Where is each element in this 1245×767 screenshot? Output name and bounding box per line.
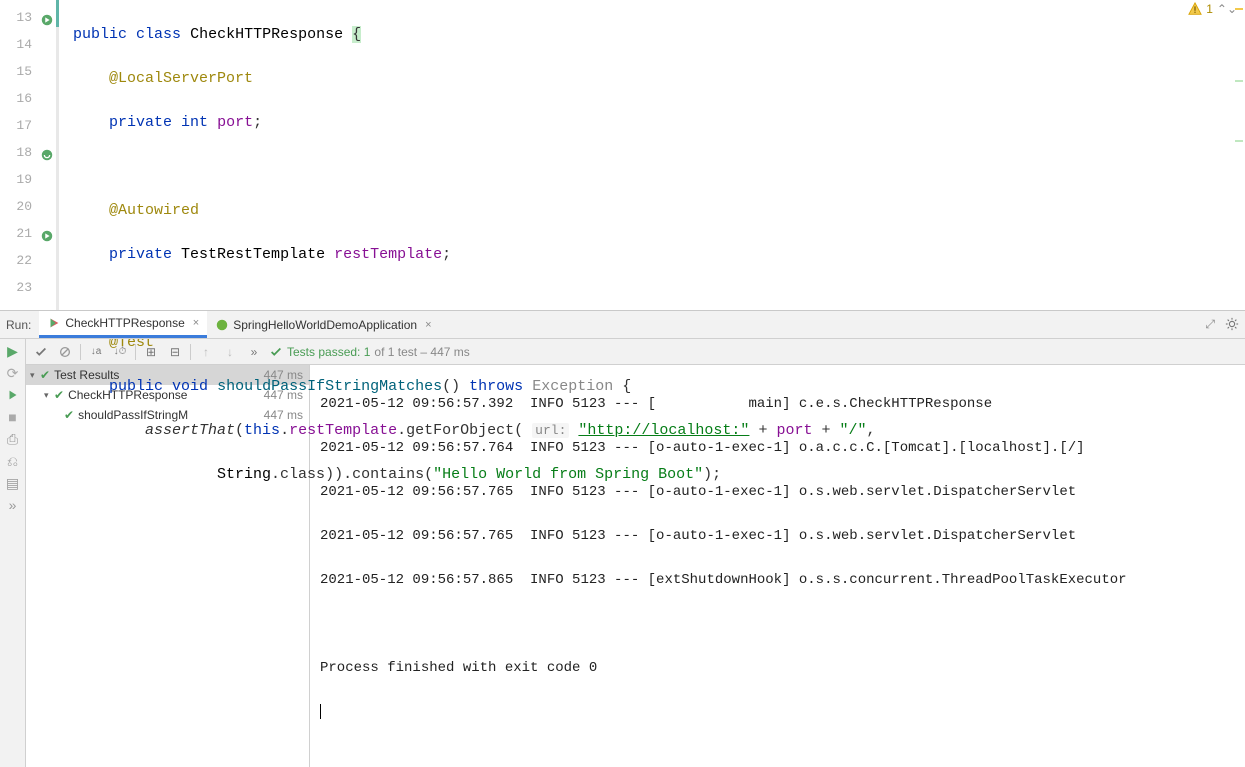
code-line[interactable]: private TestRestTemplate restTemplate; xyxy=(73,241,1245,268)
gear-icon[interactable] xyxy=(1225,317,1239,334)
console-line: 2021-05-12 09:56:57.765 INFO 5123 --- [o… xyxy=(320,525,1245,547)
pin-icon[interactable]: ⎙ xyxy=(5,431,21,447)
line-number: 18 xyxy=(16,145,32,160)
code-editor[interactable]: 13 14 15 16 17 18 19 20 21 22 23 public … xyxy=(0,0,1245,310)
line-number: 15 xyxy=(16,64,32,79)
close-icon[interactable]: × xyxy=(193,317,199,329)
code-line[interactable]: @Autowired xyxy=(73,197,1245,224)
run-tab-checkhttpresponse[interactable]: CheckHTTPResponse × xyxy=(39,311,207,338)
close-icon[interactable]: × xyxy=(425,319,431,331)
show-ignored-icon[interactable] xyxy=(56,343,74,361)
run-tab-label: CheckHTTPResponse xyxy=(65,316,184,330)
code-line[interactable]: public void shouldPassIfStringMatches() … xyxy=(73,373,1245,400)
console-cursor xyxy=(320,701,1245,723)
line-number: 23 xyxy=(16,280,32,295)
check-icon: ✔ xyxy=(40,368,50,382)
console-line: 2021-05-12 09:56:57.865 INFO 5123 --- [e… xyxy=(320,569,1245,591)
warning-icon xyxy=(1188,2,1202,16)
line-number: 20 xyxy=(16,199,32,214)
run-label: Run: xyxy=(6,318,31,332)
process-finished-line: Process finished with exit code 0 xyxy=(320,657,1245,679)
code-area[interactable]: public class CheckHTTPResponse { @LocalS… xyxy=(59,0,1245,310)
layout-icon[interactable]: ▤ xyxy=(5,475,21,491)
code-line[interactable]: private int port; xyxy=(73,109,1245,136)
run-gutter-icon[interactable] xyxy=(40,10,54,24)
test-config-icon xyxy=(47,316,61,330)
stop-action-icon[interactable]: ⟳ xyxy=(5,365,21,381)
run-tab-springhello[interactable]: SpringHelloWorldDemoApplication × xyxy=(207,311,439,338)
code-line[interactable]: @LocalServerPort xyxy=(73,65,1245,92)
stop-icon[interactable]: ■ xyxy=(5,409,21,425)
run-tab-label: SpringHelloWorldDemoApplication xyxy=(233,318,417,332)
chevron-down-icon[interactable]: ▾ xyxy=(30,370,40,381)
error-stripe[interactable] xyxy=(1233,0,1245,310)
line-number: 13 xyxy=(16,10,32,25)
line-number: 14 xyxy=(16,37,32,52)
line-number: 17 xyxy=(16,118,32,133)
check-icon: ✔ xyxy=(54,388,64,402)
spring-icon xyxy=(215,318,229,332)
code-line[interactable]: public class CheckHTTPResponse { xyxy=(73,21,1245,48)
warning-marker[interactable] xyxy=(1235,8,1243,10)
gutter: 13 14 15 16 17 18 19 20 21 22 23 xyxy=(0,0,56,310)
run-gutter-icon[interactable] xyxy=(40,226,54,240)
rerun-failed-icon[interactable] xyxy=(5,387,21,403)
code-line[interactable] xyxy=(73,285,1245,312)
more-icon[interactable]: » xyxy=(5,497,21,513)
expand-icon[interactable]: ⤢ xyxy=(1205,317,1215,332)
marker[interactable] xyxy=(1235,140,1243,142)
line-number: 22 xyxy=(16,253,32,268)
run-tabs-bar: Run: CheckHTTPResponse × SpringHelloWorl… xyxy=(0,311,1245,339)
line-number: 21 xyxy=(16,226,32,241)
code-line[interactable] xyxy=(73,153,1245,180)
line-number: 16 xyxy=(16,91,32,106)
code-line[interactable]: String.class)).contains("Hello World fro… xyxy=(73,461,1245,488)
code-line[interactable]: assertThat(this.restTemplate.getForObjec… xyxy=(73,417,1245,444)
bean-gutter-icon[interactable] xyxy=(40,145,54,159)
console-line xyxy=(320,613,1245,635)
line-number: 19 xyxy=(16,172,32,187)
warning-count: 1 xyxy=(1206,2,1213,16)
marker[interactable] xyxy=(1235,80,1243,82)
run-side-toolbar: ▶ ⟳ ■ ⎙ ⎌ ▤ » xyxy=(0,339,26,767)
rerun-icon[interactable]: ▶ xyxy=(5,343,21,359)
show-passed-icon[interactable] xyxy=(32,343,50,361)
dump-icon[interactable]: ⎌ xyxy=(5,453,21,469)
inspection-warning-badge[interactable]: 1 ⌃⌄ xyxy=(1188,2,1237,16)
chevron-down-icon[interactable]: ▾ xyxy=(44,390,54,401)
